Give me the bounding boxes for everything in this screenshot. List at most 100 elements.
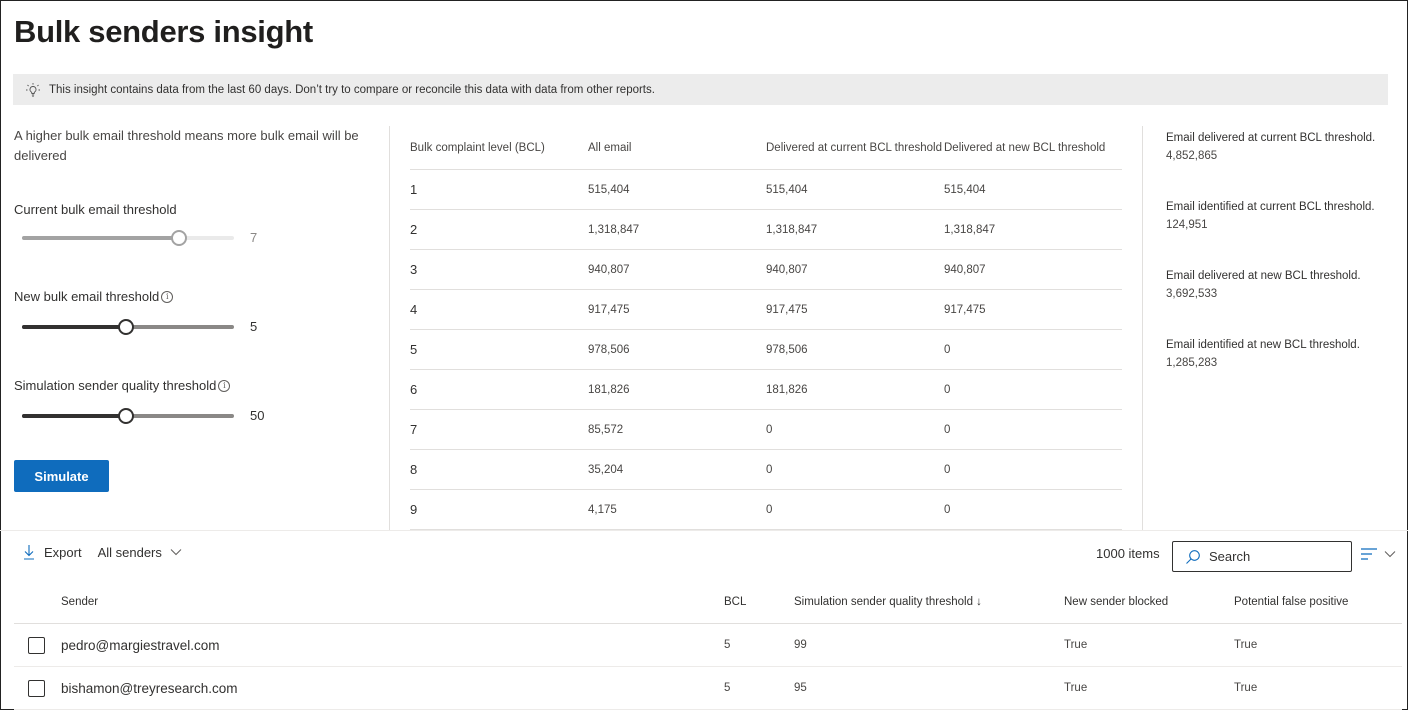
summary-item: Email identified at current BCL threshol… [1166,201,1375,231]
lightbulb-icon [26,82,40,97]
sender-row[interactable]: pedro@margiestravel.com 5 99 True True [14,624,1402,667]
bcl-cell: 515,404 [766,183,808,196]
sender-quality-value: 50 [250,408,265,423]
sender-bcl: 5 [724,639,731,651]
banner-text: This insight contains data from the last… [49,83,655,96]
new-threshold-slider[interactable] [22,319,234,335]
senders-table-header: Sender BCL Simulation sender quality thr… [14,580,1402,624]
bcl-cell: 0 [944,423,951,436]
bcl-cell: 181,826 [766,383,808,396]
bcl-table-row: 9 4,175 0 0 [410,490,1122,530]
bcl-cell: 0 [944,343,951,356]
current-threshold-label: Current bulk email threshold [14,202,177,217]
sender-quality-label: Simulation sender quality threshold i [14,378,231,393]
info-icon[interactable]: i [218,379,231,392]
column-header-new-sender-blocked[interactable]: New sender blocked [1064,596,1234,608]
search-icon [1186,549,1200,564]
simulate-button[interactable]: Simulate [14,460,109,492]
bcl-cell: 0 [766,463,773,476]
bcl-level: 3 [410,262,418,277]
info-banner: This insight contains data from the last… [13,74,1388,105]
column-header-bcl[interactable]: BCL [724,596,794,608]
bcl-table-row: 8 35,204 0 0 [410,450,1122,490]
export-button[interactable]: Export [22,544,82,560]
sender-bcl: 5 [724,682,731,694]
sender-quality-slider[interactable] [22,408,234,424]
divider [1142,126,1143,530]
bcl-level: 7 [410,422,418,437]
row-checkbox[interactable] [28,636,45,654]
bcl-cell: 181,826 [588,383,630,396]
sender-quality-value: 99 [794,639,807,651]
column-header-sender[interactable]: Sender [61,596,724,608]
current-threshold-value: 7 [250,230,258,245]
bcl-cell: 940,807 [944,263,986,276]
slider-thumb[interactable] [118,408,134,424]
potential-false-positive: True [1234,639,1258,651]
bcl-cell: 978,506 [588,343,630,356]
bcl-level: 5 [410,342,418,357]
bcl-table-header: Bulk complaint level (BCL) All email Del… [410,126,1122,170]
new-threshold-label: New bulk email threshold i [14,289,174,304]
bcl-level: 2 [410,222,418,237]
column-header: All email [588,141,632,154]
bcl-cell: 0 [944,383,951,396]
bcl-cell: 940,807 [766,263,808,276]
section-divider [0,530,1408,531]
page-title: Bulk senders insight [14,14,313,49]
bcl-level: 8 [410,462,418,477]
bcl-level: 9 [410,502,418,517]
toolbar: Export All senders [22,544,182,560]
sender-email: pedro@margiestravel.com [61,637,220,653]
bcl-table-row: 7 85,572 0 0 [410,410,1122,450]
column-header-sender-quality[interactable]: Simulation sender quality threshold ↓ [794,596,1064,608]
row-checkbox[interactable] [28,679,45,697]
bcl-cell: 0 [944,503,951,516]
sender-filter-dropdown[interactable]: All senders [98,545,182,560]
bcl-level: 6 [410,382,418,397]
column-header-potential-false-positive[interactable]: Potential false positive [1234,596,1394,608]
bcl-level: 1 [410,182,418,197]
bcl-level: 4 [410,302,418,317]
bcl-table-row: 4 917,475 917,475 917,475 [410,290,1122,330]
bcl-cell: 1,318,847 [944,223,996,236]
divider [389,126,390,530]
search-input[interactable] [1209,549,1349,564]
column-header: Delivered at current BCL threshold [766,141,942,154]
threshold-controls: A higher bulk email threshold means more… [14,126,384,492]
bcl-cell: 978,506 [766,343,808,356]
bcl-table-row: 2 1,318,847 1,318,847 1,318,847 [410,210,1122,250]
bcl-cell: 1,318,847 [766,223,818,236]
bcl-cell: 515,404 [944,183,986,196]
bcl-table-row: 1 515,404 515,404 515,404 [410,170,1122,210]
slider-thumb[interactable] [118,319,134,335]
bcl-cell: 0 [766,423,773,436]
bcl-cell: 917,475 [588,303,630,316]
threshold-description: A higher bulk email threshold means more… [14,128,359,163]
summary-item: Email delivered at current BCL threshold… [1166,132,1376,162]
current-threshold-slider [22,230,234,246]
bcl-cell: 1,318,847 [588,223,640,236]
view-options-button[interactable] [1360,547,1396,561]
bcl-cell: 35,204 [588,463,624,476]
column-header: Bulk complaint level (BCL) [410,141,545,154]
bcl-table-row: 5 978,506 978,506 0 [410,330,1122,370]
bcl-cell: 85,572 [588,423,624,436]
info-icon[interactable]: i [161,290,174,303]
bcl-cell: 0 [944,463,951,476]
download-icon [24,545,34,560]
bcl-table-row: 6 181,826 181,826 0 [410,370,1122,410]
summary-item: Email delivered at new BCL threshold. 3,… [1166,270,1361,300]
bcl-cell: 917,475 [944,303,986,316]
senders-table: Sender BCL Simulation sender quality thr… [14,580,1402,710]
new-sender-blocked: True [1064,682,1088,694]
sender-row[interactable]: bishamon@treyresearch.com 5 95 True True [14,667,1402,710]
bcl-cell: 940,807 [588,263,630,276]
list-view-icon [1361,548,1377,560]
search-box[interactable] [1172,541,1352,572]
summary-item: Email identified at new BCL threshold. 1… [1166,339,1360,369]
bcl-table: Bulk complaint level (BCL) All email Del… [410,126,1122,530]
sender-quality-value: 95 [794,682,807,694]
bcl-cell: 4,175 [588,503,617,516]
chevron-down-icon [170,549,182,556]
